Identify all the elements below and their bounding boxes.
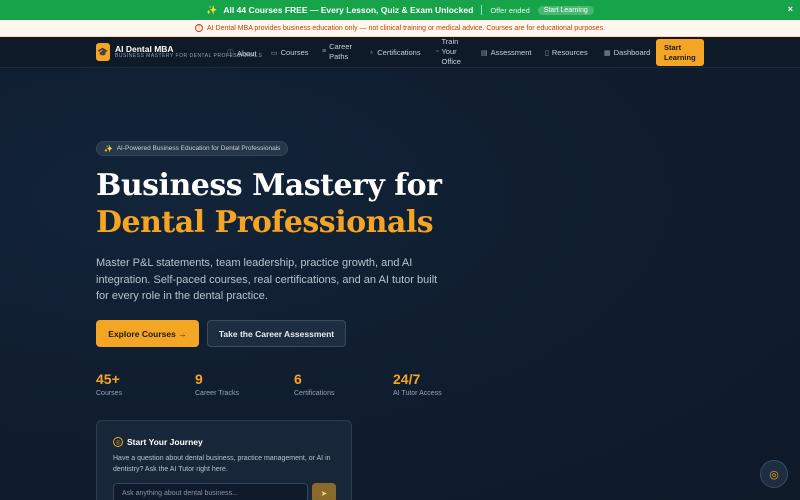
- disclaimer-banner: ! AI Dental MBA provides business educat…: [0, 20, 800, 37]
- stat-label: AI Tutor Access: [393, 390, 442, 397]
- hero-badge: ✨ AI-Powered Business Education for Dent…: [96, 141, 289, 156]
- users-icon: ▫: [436, 48, 439, 55]
- hero-title-line1: Business Mastery for: [96, 168, 442, 203]
- disclaimer-text: AI Dental MBA provides business educatio…: [206, 24, 606, 32]
- cta-label: Learning: [664, 53, 696, 62]
- stat-label: Certifications: [294, 390, 335, 397]
- nav-item-label: About: [237, 48, 257, 58]
- nav-item-label: Train: [441, 37, 459, 46]
- stat-courses: 45+ Courses: [96, 371, 122, 397]
- stat-career-tracks: 9 Career Tracks: [195, 371, 239, 397]
- stat-label: Career Tracks: [195, 390, 239, 397]
- nav-item-dashboard[interactable]: ▦ Dashboard: [604, 48, 650, 57]
- nav-item-resources[interactable]: ▯ Resources: [545, 48, 588, 57]
- explore-courses-button[interactable]: Explore Courses →: [96, 320, 199, 347]
- nav-item-label: Certifications: [377, 48, 421, 57]
- card-description: Have a question about dental business, p…: [113, 455, 331, 473]
- nav-item-label: Assessment: [490, 48, 532, 57]
- career-assessment-button[interactable]: Take the Career Assessment: [207, 320, 346, 347]
- stat-value: 45+: [96, 371, 120, 387]
- ai-tutor-input[interactable]: Ask anything about dental business...: [113, 483, 308, 500]
- nav-item-assessment[interactable]: ▤ Assessment: [481, 48, 531, 57]
- info-icon: ⓘ: [227, 50, 234, 57]
- nav-item-career-paths[interactable]: ≡ Career Paths: [322, 42, 352, 62]
- nav-item-label: Courses: [280, 48, 309, 57]
- award-icon: ♁: [369, 49, 375, 56]
- nav-item-label: Dashboard: [613, 48, 651, 57]
- promo-divider: [481, 5, 483, 15]
- route-icon: ≡: [322, 48, 327, 55]
- stat-value: 9: [195, 371, 203, 387]
- file-icon: ▯: [545, 49, 549, 57]
- ai-tutor-launcher-icon[interactable]: ◎: [760, 460, 788, 488]
- nav-item-label: Resources: [551, 48, 588, 57]
- nav-item-train-your-office[interactable]: ▫ Train Your Office: [436, 37, 461, 67]
- cta-label: Start: [664, 43, 682, 52]
- sparkles-icon: ✨: [104, 145, 113, 153]
- hero-badge-text: AI-Powered Business Education for Dental…: [116, 145, 281, 152]
- hero-description: Master P&L statements, team leadership, …: [96, 257, 438, 302]
- compass-icon: ◎: [113, 437, 123, 447]
- stat-ai-tutor: 24/7 AI Tutor Access: [393, 371, 442, 397]
- nav-item-label: Your: [441, 47, 457, 56]
- nav-item-courses[interactable]: ▭ Courses: [271, 48, 309, 57]
- send-icon[interactable]: ➤: [312, 483, 336, 500]
- sparkles-icon: ✨: [206, 4, 218, 15]
- card-title: ◎ Start Your Journey: [113, 437, 203, 447]
- card-title-text: Start Your Journey: [127, 437, 203, 447]
- promo-status: Offer ended: [490, 5, 530, 15]
- promo-banner: ✨ All 44 Courses FREE — Every Lesson, Qu…: [0, 0, 800, 20]
- top-navigation: 🎓 AI Dental MBA BUSINESS MASTERY FOR DEN…: [0, 37, 800, 68]
- stat-certifications: 6 Certifications: [294, 371, 334, 397]
- nav-item-about[interactable]: ⓘ About: [227, 48, 257, 58]
- nav-item-certifications[interactable]: ♁ Certifications: [369, 48, 421, 57]
- nav-item-label: Career: [329, 42, 353, 51]
- info-icon: !: [194, 24, 203, 32]
- hero-title-line2: Dental Professionals: [96, 205, 434, 240]
- nav-item-label: Office: [441, 57, 461, 66]
- book-icon: ▭: [271, 49, 278, 57]
- stat-value: 6: [294, 371, 302, 387]
- stat-value: 24/7: [393, 371, 421, 387]
- nav-item-label: Paths: [329, 52, 349, 61]
- promo-text: All 44 Courses FREE — Every Lesson, Quiz…: [223, 5, 474, 15]
- grid-icon: ▦: [604, 49, 611, 57]
- promo-start-learning-button[interactable]: Start Learning: [537, 5, 594, 15]
- clipboard-icon: ▤: [481, 49, 488, 57]
- start-learning-button[interactable]: Start Learning: [656, 39, 704, 66]
- start-journey-card: ◎ Start Your Journey Have a question abo…: [96, 420, 352, 500]
- close-icon[interactable]: ×: [788, 4, 793, 14]
- stat-label: Courses: [96, 390, 123, 397]
- graduation-cap-icon: 🎓: [96, 43, 110, 61]
